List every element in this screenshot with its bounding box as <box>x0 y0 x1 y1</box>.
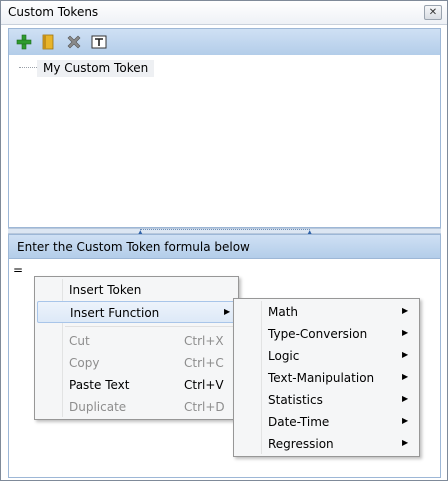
plus-icon <box>16 34 32 50</box>
delete-token-button[interactable] <box>65 33 83 51</box>
menu-item-insert-function[interactable]: Insert Function ▶ <box>37 301 236 323</box>
submenu-item-text-manipulation[interactable]: Text-Manipulation ▶ <box>236 367 417 389</box>
formula-header: Enter the Custom Token formula below <box>8 234 441 259</box>
submenu-item-math[interactable]: Math ▶ <box>236 301 417 323</box>
menu-item-cut[interactable]: Cut Ctrl+X <box>37 330 236 352</box>
submenu-item-type-conversion[interactable]: Type-Conversion ▶ <box>236 323 417 345</box>
text-icon <box>91 35 107 49</box>
menu-item-duplicate[interactable]: Duplicate Ctrl+D <box>37 396 236 418</box>
splitter-grip[interactable]: ▲ ▲ <box>138 229 312 236</box>
menu-item-copy[interactable]: Copy Ctrl+C <box>37 352 236 374</box>
submenu-arrow-icon: ▶ <box>224 307 231 316</box>
submenu-item-logic[interactable]: Logic ▶ <box>236 345 417 367</box>
function-submenu: Math ▶ Type-Conversion ▶ Logic ▶ Text-Ma… <box>233 298 420 457</box>
menu-item-paste-text[interactable]: Paste Text Ctrl+V <box>37 374 236 396</box>
submenu-arrow-icon: ▶ <box>402 438 409 447</box>
toolbar <box>8 28 441 55</box>
close-icon: ✕ <box>428 7 438 18</box>
context-menu: Insert Token Insert Function ▶ Cut Ctrl+… <box>34 276 239 420</box>
window-title: Custom Tokens <box>8 5 99 19</box>
menu-separator <box>65 326 236 327</box>
submenu-item-statistics[interactable]: Statistics ▶ <box>236 389 417 411</box>
formula-value[interactable]: = <box>13 263 23 277</box>
close-button[interactable]: ✕ <box>424 5 442 20</box>
submenu-arrow-icon: ▶ <box>402 394 409 403</box>
submenu-item-regression[interactable]: Regression ▶ <box>236 433 417 455</box>
document-icon <box>42 34 54 50</box>
x-icon <box>67 35 81 49</box>
tree-item-token[interactable]: My Custom Token <box>37 60 155 77</box>
title-bar: Custom Tokens ✕ <box>1 1 447 25</box>
edit-token-button[interactable] <box>39 33 57 51</box>
token-tree: My Custom Token <box>8 55 441 228</box>
tree-connector <box>19 67 37 68</box>
submenu-item-date-time[interactable]: Date-Time ▶ <box>236 411 417 433</box>
formula-header-label: Enter the Custom Token formula below <box>17 240 250 254</box>
submenu-arrow-icon: ▶ <box>402 372 409 381</box>
menu-item-insert-token[interactable]: Insert Token <box>37 279 236 301</box>
submenu-arrow-icon: ▶ <box>402 416 409 425</box>
rename-token-button[interactable] <box>90 33 108 51</box>
submenu-arrow-icon: ▶ <box>402 306 409 315</box>
submenu-arrow-icon: ▶ <box>402 350 409 359</box>
add-token-button[interactable] <box>15 33 33 51</box>
submenu-arrow-icon: ▶ <box>402 328 409 337</box>
